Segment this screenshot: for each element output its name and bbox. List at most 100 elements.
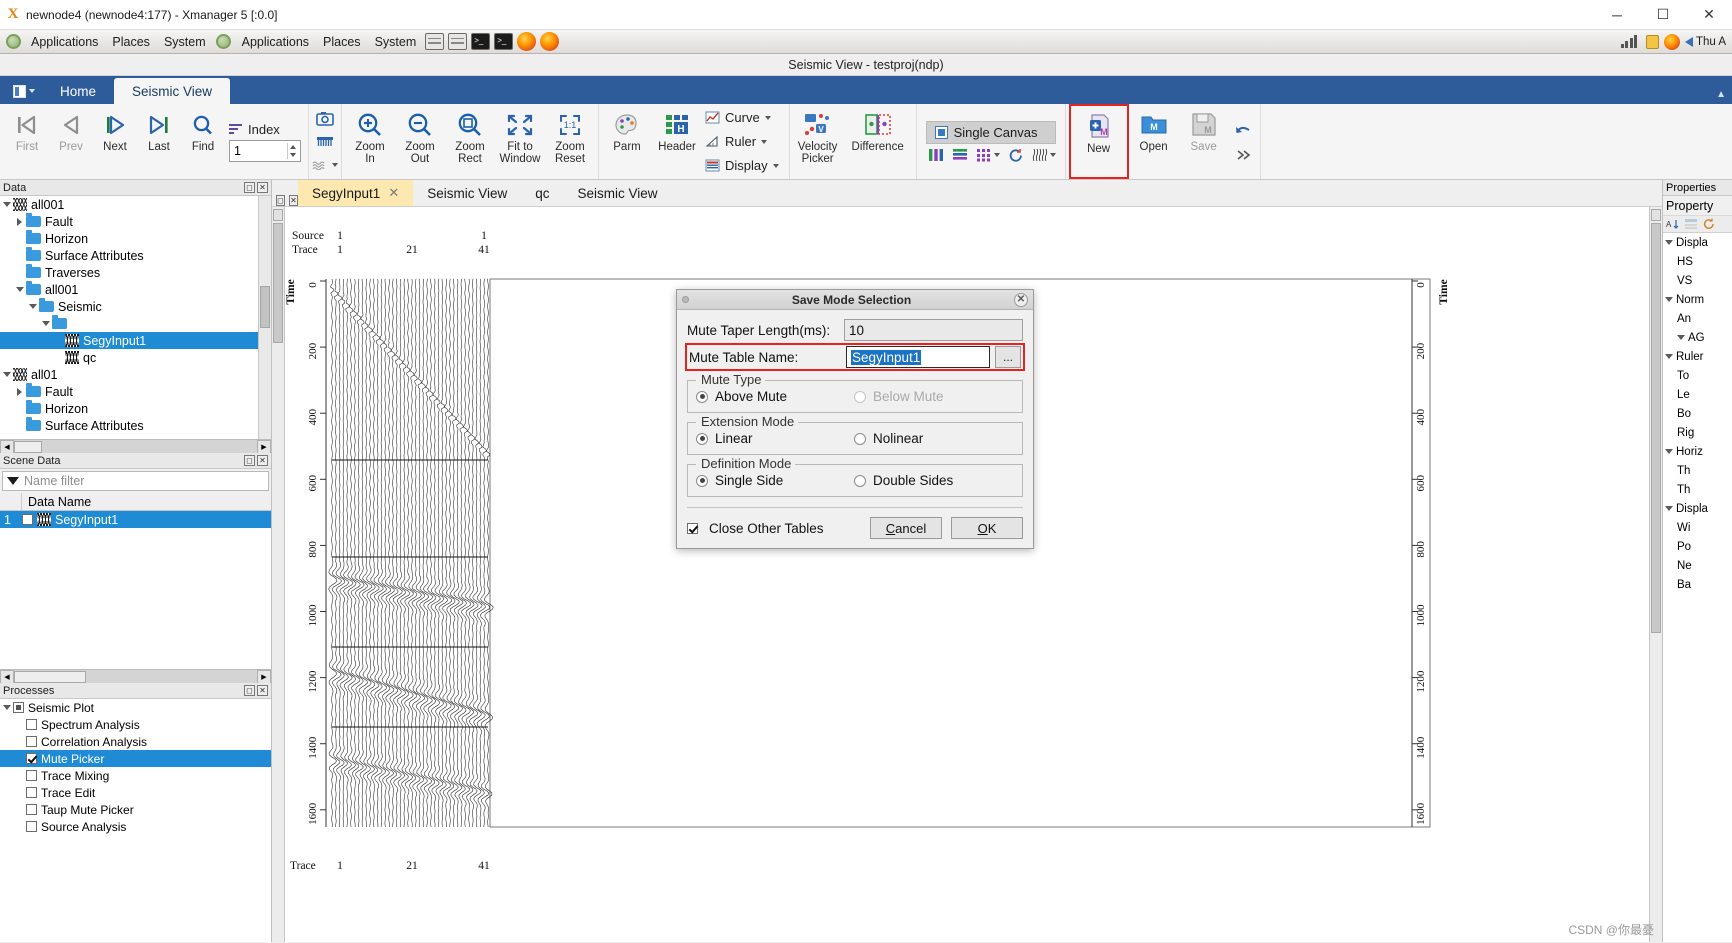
fit-to-window-button[interactable]: Fit to Window [495, 104, 545, 179]
radio-nolinear[interactable]: Nolinear [854, 431, 923, 446]
data-tree-item[interactable]: Fault [0, 213, 271, 230]
process-checkbox[interactable] [26, 787, 37, 798]
display-dropdown[interactable]: Display [702, 154, 786, 178]
wiggle-icon[interactable] [1032, 148, 1048, 162]
data-tree-item[interactable]: Fault [0, 383, 271, 400]
mute-taper-input[interactable]: 10 [844, 319, 1023, 341]
property-row[interactable]: Wi [1663, 518, 1732, 537]
data-tree-hscrollbar[interactable]: ◀ ▶ [0, 439, 271, 454]
property-row[interactable]: Ruler [1663, 347, 1732, 366]
application-menu-button[interactable] [6, 80, 42, 102]
property-row[interactable]: Po [1663, 537, 1732, 556]
data-panel-float-button[interactable]: ◻ [244, 182, 255, 193]
tab-close-icon[interactable]: ✕ [388, 185, 399, 201]
process-checkbox[interactable] [26, 719, 37, 730]
process-checkbox[interactable] [13, 702, 24, 713]
property-row[interactable]: To [1663, 366, 1732, 385]
data-tree-item[interactable]: Traverses [0, 264, 271, 281]
view-close-button[interactable]: ✕ [289, 195, 298, 206]
radio-below-mute[interactable]: Below Mute [854, 389, 944, 404]
stack-icon[interactable] [952, 148, 968, 162]
scene-scroll-right-icon[interactable]: ▶ [257, 669, 271, 684]
plot-vscrollbar[interactable] [1649, 207, 1662, 942]
data-tree-item[interactable]: qc [0, 349, 271, 366]
zoom-rect-button[interactable]: Zoom Rect [445, 104, 495, 179]
process-checkbox[interactable] [26, 770, 37, 781]
data-tree-item[interactable]: Surface Attributes [0, 417, 271, 434]
tab-seismic-view[interactable]: Seismic View [114, 78, 231, 104]
data-tree-item[interactable]: Horizon [0, 230, 271, 247]
zoom-reset-button[interactable]: 1:1 Zoom Reset [545, 104, 595, 179]
data-tree-item[interactable]: all001 [0, 281, 271, 298]
velocity-picker-button[interactable]: V Velocity Picker [793, 104, 843, 179]
curve-dropdown[interactable]: Curve [702, 106, 786, 130]
tray-firefox-icon[interactable] [1663, 33, 1680, 50]
data-tree[interactable]: all001 Fault Horizon Surface Attributes Trav… [0, 196, 271, 439]
single-canvas-button[interactable]: Single Canvas [925, 120, 1056, 144]
property-row[interactable]: An [1663, 309, 1732, 328]
process-checkbox[interactable] [26, 736, 37, 747]
parm-button[interactable]: Parm [602, 104, 652, 179]
scene-panel-close-button[interactable]: ✕ [257, 455, 268, 466]
process-checkbox[interactable] [26, 821, 37, 832]
terminal-icon-2[interactable] [494, 33, 514, 50]
mute-table-browse-button[interactable]: ... [995, 346, 1021, 368]
processes-panel-float-button[interactable]: ◻ [244, 685, 255, 696]
difference-button[interactable]: Difference [843, 104, 913, 179]
menu-applications-2[interactable]: Applications [235, 34, 316, 50]
save-button[interactable]: M Save [1179, 104, 1229, 179]
camera-icon[interactable] [312, 108, 338, 130]
process-item[interactable]: Correlation Analysis [0, 733, 271, 750]
scene-grid-hscrollbar[interactable]: ◀ ▶ [0, 669, 271, 684]
radio-double-sides[interactable]: Double Sides [854, 473, 953, 488]
dialog-close-button[interactable]: ✕ [1014, 292, 1028, 307]
last-button[interactable]: Last [137, 104, 181, 179]
waves-icon[interactable] [312, 154, 338, 176]
dialog-menu-icon[interactable] [682, 296, 689, 303]
more-icon[interactable] [1233, 147, 1253, 161]
new-button[interactable]: M New [1074, 106, 1124, 177]
data-tree-item[interactable]: Horizon [0, 400, 271, 417]
property-row[interactable]: Th [1663, 480, 1732, 499]
data-tree-vscrollbar[interactable] [258, 196, 271, 439]
property-row[interactable]: HS [1663, 252, 1732, 271]
radio-single-side[interactable]: Single Side [696, 473, 854, 488]
plot-left-scrollbar[interactable] [272, 207, 285, 942]
network-icon[interactable] [1620, 35, 1643, 48]
file-manager-icon-1[interactable] [425, 33, 445, 50]
property-row[interactable]: Displa [1663, 499, 1732, 518]
radio-linear[interactable]: Linear [696, 431, 854, 446]
window-maximize-button[interactable]: ☐ [1640, 0, 1686, 30]
window-minimize-button[interactable]: ─ [1594, 0, 1640, 30]
gnome-foot-icon-1[interactable] [2, 32, 24, 52]
lock-icon[interactable] [1645, 34, 1659, 49]
menu-places-2[interactable]: Places [316, 34, 368, 50]
window-close-button[interactable]: ✕ [1686, 0, 1732, 30]
volume-icon[interactable] [1684, 36, 1693, 47]
property-row[interactable]: Bo [1663, 404, 1732, 423]
scene-scroll-left-icon[interactable]: ◀ [0, 669, 14, 684]
processes-tree[interactable]: Seismic Plot Spectrum Analysis Correlation… [0, 699, 271, 942]
name-filter-input[interactable]: Name filter [2, 471, 269, 491]
property-row[interactable]: Horiz [1663, 442, 1732, 461]
tab-segyinput1[interactable]: SegyInput1 ✕ [298, 180, 414, 206]
open-button[interactable]: M Open [1129, 104, 1179, 179]
tab-seismic-view-2[interactable]: Seismic View [564, 180, 672, 206]
file-manager-icon-2[interactable] [448, 33, 468, 50]
ribbon-collapse-icon[interactable]: ▲ [1716, 89, 1726, 100]
group-icon[interactable] [1684, 218, 1698, 230]
next-button[interactable]: Next [93, 104, 137, 179]
menu-system-1[interactable]: System [157, 34, 213, 50]
ruler-dropdown[interactable]: Ruler [702, 130, 786, 154]
first-button[interactable]: First [5, 104, 49, 179]
index-spinner-arrows[interactable] [287, 142, 298, 159]
process-item[interactable]: Trace Edit [0, 784, 271, 801]
grid-icon[interactable] [976, 148, 992, 162]
scene-data-grid[interactable]: Data Name 1 SegyInput1 [0, 493, 271, 669]
process-item[interactable]: Trace Mixing [0, 767, 271, 784]
process-checkbox[interactable] [26, 804, 37, 815]
property-row[interactable]: Ba [1663, 575, 1732, 594]
property-row[interactable]: Le [1663, 385, 1732, 404]
sort-az-icon[interactable]: A [1666, 218, 1680, 230]
refresh-icon[interactable] [1008, 148, 1024, 163]
